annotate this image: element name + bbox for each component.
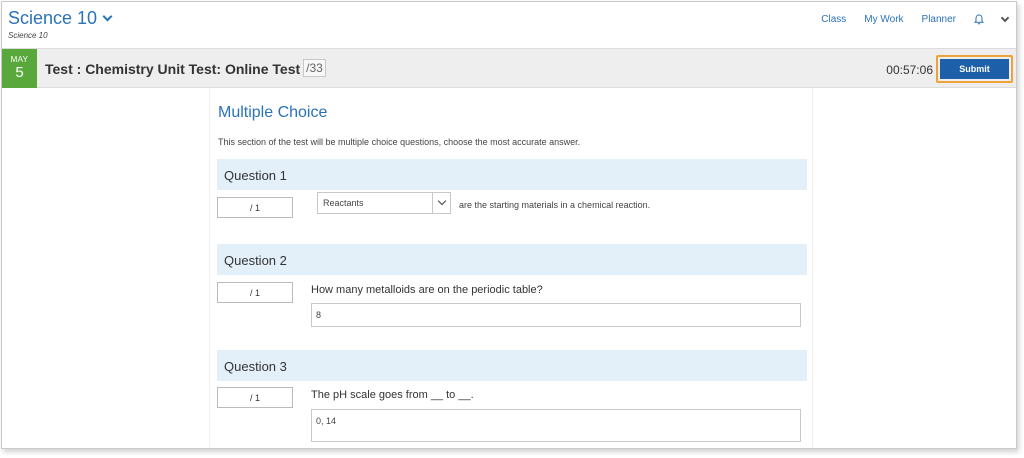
question-1-heading: Question 1 [217,159,807,190]
question-1-answer-select[interactable]: Reactants [317,192,451,214]
submit-button[interactable]: Submit [940,59,1009,79]
course-title: Science 10 [8,8,98,28]
nav-class-link[interactable]: Class [821,14,846,25]
question-2-text: How many metalloids are on the periodic … [311,284,543,296]
test-bar: MAY 5 Test : Chemistry Unit Test: Online… [2,48,1016,88]
question-2-answer-input[interactable]: 8 [311,303,801,327]
question-1-text: are the starting materials in a chemical… [459,200,651,210]
question-1-score: / 1 [217,197,293,218]
question-3-score: / 1 [217,387,293,408]
question-3-heading: Question 3 [217,350,807,381]
chevron-down-icon [102,11,113,22]
test-title: Test : Chemistry Unit Test: Online Test [45,61,301,77]
date-badge: MAY 5 [2,49,37,88]
test-total-points: /33 [303,59,326,77]
date-day: 5 [15,64,24,81]
test-title-row: Test : Chemistry Unit Test: Online Test … [45,59,326,77]
question-1-selected-option: Reactants [323,198,364,208]
course-title-dropdown[interactable]: Science 10 [8,8,113,29]
section-description: This section of the test will be multipl… [218,137,581,147]
nav-my-work-link[interactable]: My Work [864,14,903,25]
question-3-answer-input[interactable]: 0, 14 [311,409,801,442]
top-header: Science 10 Science 10 Class My Work Plan… [2,2,1016,48]
chevron-down-icon [432,193,450,213]
question-2-score: / 1 [217,282,293,303]
question-2-heading: Question 2 [217,244,807,275]
test-timer: 00:57:06 [886,63,933,77]
date-month: MAY [10,55,29,64]
app-window: Science 10 Science 10 Class My Work Plan… [1,1,1017,449]
test-content: Multiple Choice This section of the test… [209,88,813,448]
section-title: Multiple Choice [218,104,328,121]
question-3-text: The pH scale goes from __ to __. [311,389,474,401]
bell-icon[interactable] [974,14,984,25]
account-menu-chevron-down-icon[interactable] [1000,13,1010,22]
top-nav: Class My Work Planner [821,13,1010,25]
course-subtitle: Science 10 [8,31,48,40]
nav-planner-link[interactable]: Planner [922,14,956,25]
submit-button-highlight: Submit [936,55,1013,83]
